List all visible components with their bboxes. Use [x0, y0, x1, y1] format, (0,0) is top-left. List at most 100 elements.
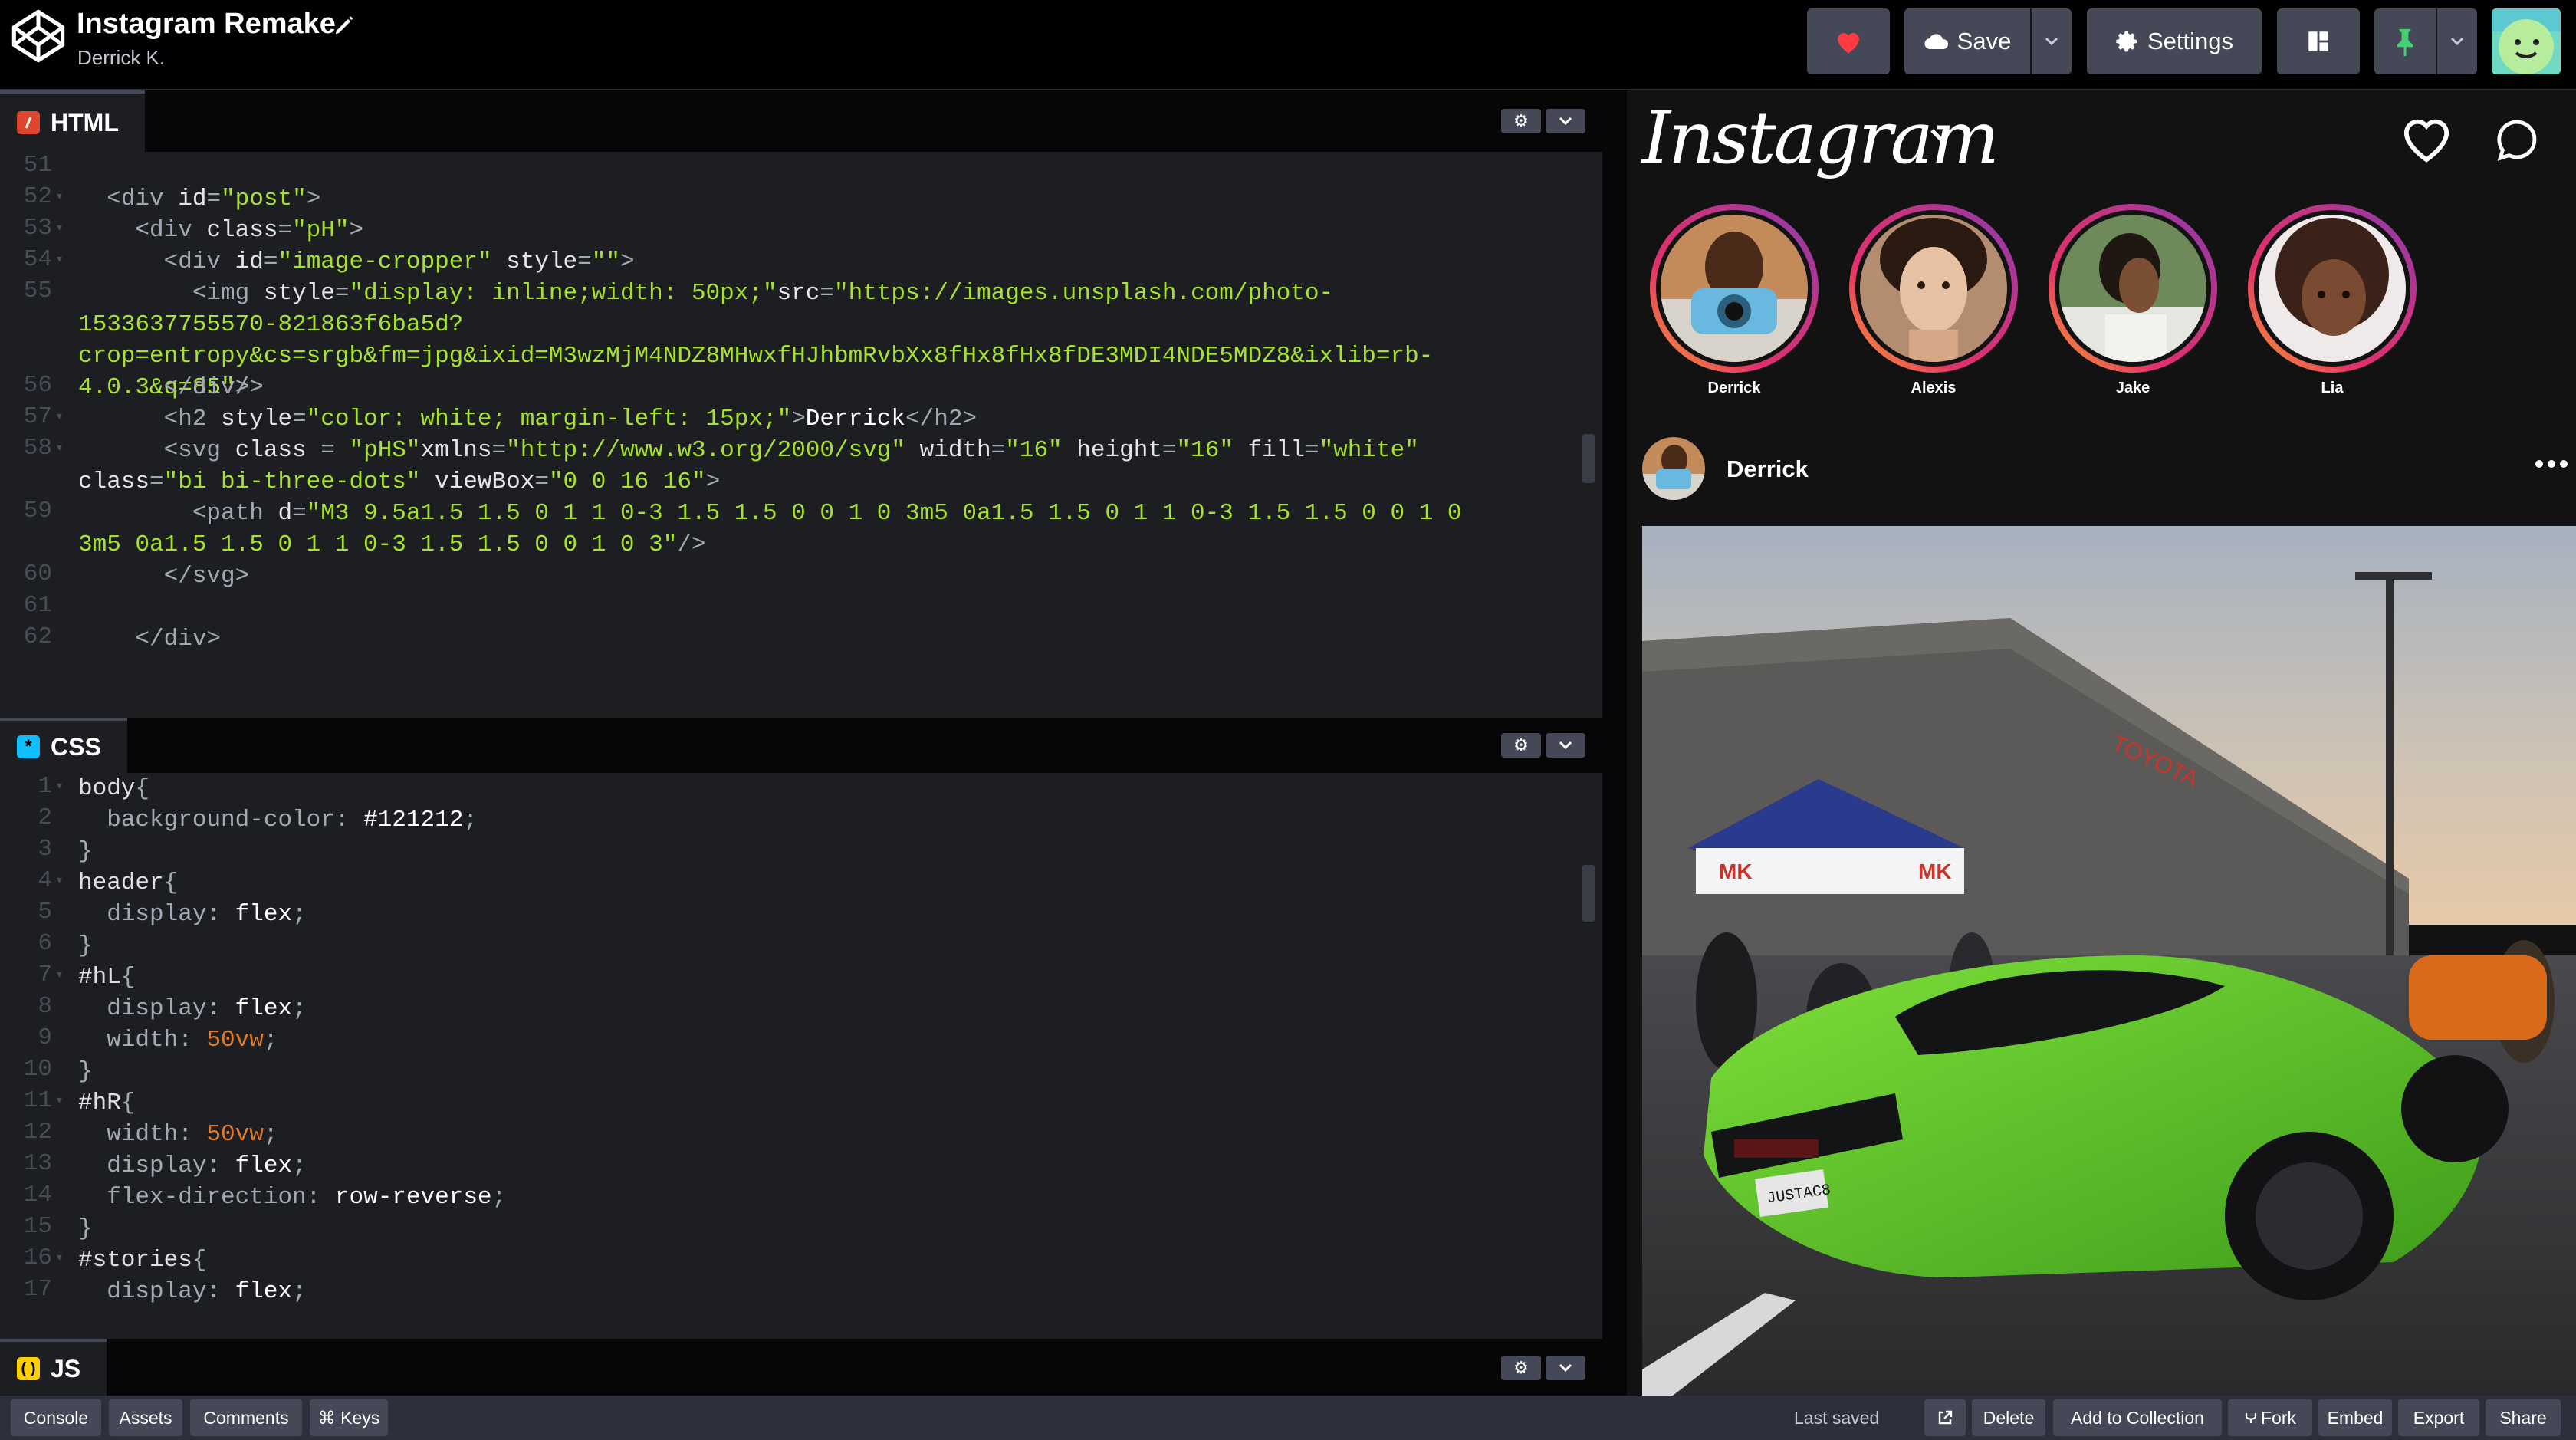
story-name: Derrick	[1707, 380, 1761, 396]
like-button[interactable]	[1807, 8, 1890, 74]
save-label: Save	[1957, 28, 2012, 54]
fold-arrow-icon[interactable]: ▾	[55, 872, 64, 889]
line-number: 51	[23, 152, 52, 179]
settings-button[interactable]: Settings	[2087, 8, 2262, 74]
css-asterisk-icon: *	[17, 735, 40, 758]
code-line[interactable]: <img style="display: inline;width: 50px;…	[78, 278, 1512, 403]
fold-arrow-icon[interactable]: ▾	[55, 188, 64, 205]
pen-title[interactable]: Instagram Remake	[77, 8, 336, 41]
comments-button[interactable]: Comments	[190, 1399, 302, 1436]
story-item[interactable]: Derrick	[1650, 204, 1819, 403]
resize-divider[interactable]	[1602, 90, 1627, 1396]
codepen-logo-icon[interactable]	[11, 8, 66, 64]
code-line[interactable]: }	[78, 836, 93, 867]
code-line[interactable]: <svg class = "pHS"xmlns="http://www.w3.o…	[78, 435, 1512, 498]
fold-arrow-icon[interactable]: ▾	[55, 251, 64, 268]
code-line[interactable]: #hL{	[78, 962, 135, 993]
code-line[interactable]: }	[78, 930, 93, 962]
code-line[interactable]: flex-direction: row-reverse;	[78, 1182, 506, 1213]
code-line[interactable]: header{	[78, 867, 178, 899]
story-item[interactable]: Lia	[2248, 204, 2417, 403]
code-line[interactable]: display: flex;	[78, 993, 306, 1024]
save-button[interactable]: Save	[1904, 8, 2030, 74]
code-line[interactable]: }	[78, 1056, 93, 1087]
post-image[interactable]: TOYOTA MK MK JUSTAC8	[1642, 526, 2576, 1396]
story-avatar	[1661, 215, 1808, 362]
code-line[interactable]: }	[78, 1213, 93, 1244]
html-scrollbar[interactable]	[1582, 434, 1595, 483]
code-line[interactable]: display: flex;	[78, 1276, 306, 1307]
line-number: 57	[23, 403, 52, 430]
html-collapse-button[interactable]	[1546, 109, 1585, 133]
code-line[interactable]: background-color: #121212;	[78, 804, 478, 836]
code-line[interactable]: #hR{	[78, 1087, 135, 1119]
code-line[interactable]: <div id="post">	[78, 183, 320, 215]
fold-arrow-icon[interactable]: ▾	[55, 1092, 64, 1109]
pin-options-button[interactable]	[2437, 8, 2477, 74]
change-view-button[interactable]	[2277, 8, 2360, 74]
code-line[interactable]: <div class="pH">	[78, 215, 363, 246]
fold-arrow-icon[interactable]: ▾	[55, 408, 64, 425]
tab-css[interactable]: * CSS	[0, 718, 127, 773]
heart-icon[interactable]	[2400, 115, 2453, 164]
messenger-icon[interactable]	[2495, 117, 2539, 162]
css-settings-button[interactable]: ⚙	[1501, 733, 1541, 758]
code-line[interactable]: <path d="M3 9.5a1.5 1.5 0 1 1 0-3 1.5 1.…	[78, 498, 1512, 561]
fold-arrow-icon[interactable]: ▾	[55, 966, 64, 983]
css-panel-label: CSS	[51, 732, 101, 761]
css-scrollbar[interactable]	[1582, 865, 1595, 922]
story-item[interactable]: Jake	[2049, 204, 2217, 403]
fold-arrow-icon[interactable]: ▾	[55, 439, 64, 456]
assets-button[interactable]: Assets	[109, 1399, 182, 1436]
keys-button[interactable]: ⌘ Keys	[310, 1399, 388, 1436]
css-code-editor[interactable]: 1 ▾ body{2 background-color: #121212; 3} 4 ▾ h…	[0, 773, 1602, 1339]
html-code-editor[interactable]: 51 52 ▾ <div id="post"> 53 ▾ <div class="pH"…	[0, 152, 1602, 808]
save-options-button[interactable]	[2032, 8, 2072, 74]
export-button[interactable]: Export	[2398, 1399, 2479, 1436]
css-panel-header: * CSS ⚙	[0, 718, 1602, 773]
js-settings-button[interactable]: ⚙	[1501, 1356, 1541, 1380]
chevron-down-icon	[1558, 1363, 1573, 1373]
code-line[interactable]: display: flex;	[78, 899, 306, 930]
open-external-button[interactable]	[1924, 1399, 1966, 1436]
chevron-down-icon[interactable]	[1927, 126, 1955, 144]
code-line[interactable]: </svg>	[78, 561, 250, 592]
add-to-collection-button[interactable]: Add to Collection	[2053, 1399, 2222, 1436]
tab-js[interactable]: ( ) JS	[0, 1339, 107, 1396]
code-line[interactable]: </div>	[78, 372, 250, 403]
fork-button[interactable]: Fork	[2228, 1399, 2312, 1436]
html-settings-button[interactable]: ⚙	[1501, 109, 1541, 133]
line-number: 60	[23, 561, 52, 587]
code-line[interactable]: <h2 style="color: white; margin-left: 15…	[78, 403, 977, 435]
edit-pencil-icon[interactable]	[333, 14, 356, 37]
share-button[interactable]: Share	[2486, 1399, 2561, 1436]
console-button[interactable]: Console	[11, 1399, 101, 1436]
code-line[interactable]: width: 50vw;	[78, 1119, 278, 1150]
tab-html[interactable]: HTML	[0, 90, 145, 152]
story-item[interactable]: Alexis	[1849, 204, 2018, 403]
fold-arrow-icon[interactable]: ▾	[55, 219, 64, 236]
code-line[interactable]: <div id="image-cropper" style="">	[78, 246, 635, 278]
post-avatar[interactable]	[1642, 437, 1705, 500]
user-avatar[interactable]	[2492, 8, 2561, 74]
css-collapse-button[interactable]	[1546, 733, 1585, 758]
js-collapse-button[interactable]	[1546, 1356, 1585, 1380]
three-dots-icon[interactable]	[2535, 459, 2568, 469]
post-username[interactable]: Derrick	[1727, 455, 1809, 483]
embed-button[interactable]: Embed	[2318, 1399, 2392, 1436]
author-name[interactable]: Derrick K.	[77, 46, 165, 70]
line-number: 2	[38, 804, 52, 831]
html-panel-label: HTML	[51, 108, 119, 136]
code-line[interactable]: </div>	[78, 623, 221, 655]
fold-arrow-icon[interactable]: ▾	[55, 778, 64, 794]
code-line[interactable]: body{	[78, 773, 150, 804]
story-avatar	[2259, 215, 2406, 362]
chevron-down-icon	[1558, 740, 1573, 751]
pin-button[interactable]	[2374, 8, 2436, 74]
code-line[interactable]: #stories{	[78, 1244, 206, 1276]
fold-arrow-icon[interactable]: ▾	[55, 1249, 64, 1266]
code-line[interactable]: display: flex;	[78, 1150, 306, 1182]
delete-button[interactable]: Delete	[1972, 1399, 2045, 1436]
line-number: 4	[38, 867, 52, 894]
code-line[interactable]: width: 50vw;	[78, 1024, 278, 1056]
